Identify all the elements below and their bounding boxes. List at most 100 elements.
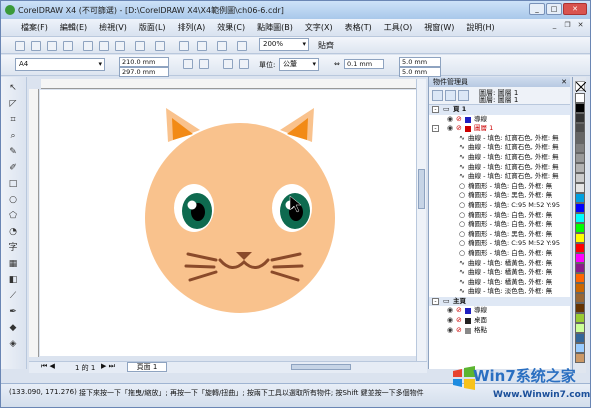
doc-restore-icon[interactable]: ❐ — [562, 21, 573, 31]
tree-object-row[interactable]: ∿ 曲線 - 填色: 橘黃色, 外框: 無 — [429, 278, 570, 288]
color-swatch[interactable] — [575, 223, 585, 233]
expand-icon[interactable]: - — [432, 125, 439, 133]
zoom-tool-icon[interactable]: ⌕ — [6, 129, 20, 143]
all-pages-icon[interactable] — [223, 59, 233, 69]
interactive-blend-icon[interactable]: ◧ — [6, 273, 20, 287]
color-swatch[interactable] — [575, 153, 585, 163]
color-swatch[interactable] — [575, 233, 585, 243]
color-swatch[interactable] — [575, 253, 585, 263]
color-swatch[interactable] — [575, 333, 585, 343]
maximize-button[interactable]: □ — [546, 3, 562, 15]
smart-fill-icon[interactable]: ✐ — [6, 161, 20, 175]
zoom-level-select[interactable]: 200% — [259, 38, 309, 51]
outline-tool-icon[interactable]: ✒ — [6, 305, 20, 319]
export-icon[interactable] — [197, 41, 207, 51]
snap-to-button[interactable]: 貼齊 — [318, 40, 334, 51]
visibility-icon[interactable]: ◉ — [447, 316, 453, 326]
undo-icon[interactable] — [135, 41, 145, 51]
color-swatch[interactable] — [575, 303, 585, 313]
unit-select[interactable]: 公釐 — [279, 58, 319, 71]
copy-icon[interactable] — [99, 41, 109, 51]
color-swatch[interactable] — [575, 123, 585, 133]
color-swatch[interactable] — [575, 213, 585, 223]
horizontal-ruler[interactable] — [41, 79, 416, 89]
tree-page-node[interactable]: - ▭ 頁 1 — [429, 105, 570, 115]
doc-close-icon[interactable]: ✕ — [575, 21, 586, 31]
menu-edit[interactable]: 編輯(E) — [54, 22, 93, 33]
tree-object-row[interactable]: ◉ ⊘ 導線 — [429, 115, 570, 125]
table-tool-icon[interactable]: ▦ — [6, 257, 20, 271]
text-tool-icon[interactable]: 字 — [6, 241, 20, 255]
redo-icon[interactable] — [155, 41, 165, 51]
cut-icon[interactable] — [83, 41, 93, 51]
vertical-scrollbar[interactable] — [416, 79, 426, 361]
menu-bitmaps[interactable]: 點陣圖(B) — [251, 22, 299, 33]
page-width-field[interactable]: 210.0 mm — [119, 57, 169, 67]
edit-across-layers-icon[interactable] — [445, 90, 456, 101]
tree-object-row[interactable]: ○ 橢圓形 - 填色: C:95 M:52 Y:95 — [429, 239, 570, 249]
tree-object-row[interactable]: ○ 橢圓形 - 填色: 黑色, 外框: 無 — [429, 230, 570, 240]
menu-window[interactable]: 視窗(W) — [418, 22, 460, 33]
tree-object-row[interactable]: ◉ ⊘ 桌面 — [429, 316, 570, 326]
docker-close-icon[interactable]: ✕ — [561, 77, 567, 87]
vertical-ruler[interactable] — [29, 89, 39, 357]
drawing-canvas[interactable] — [40, 90, 416, 356]
color-swatch[interactable] — [575, 343, 585, 353]
lock-icon[interactable]: ⊘ — [456, 316, 462, 326]
color-swatch[interactable] — [575, 93, 585, 103]
docker-title[interactable]: 物件管理員 ✕ — [429, 77, 570, 87]
color-swatch[interactable] — [575, 313, 585, 323]
cat-whisker[interactable] — [184, 264, 216, 269]
color-swatch[interactable] — [575, 103, 585, 113]
color-swatch[interactable] — [575, 263, 585, 273]
color-swatch[interactable] — [575, 183, 585, 193]
shape-tool-icon[interactable]: ◸ — [6, 97, 20, 111]
eyedropper-icon[interactable]: ⟋ — [6, 289, 20, 303]
color-swatch[interactable] — [575, 163, 585, 173]
new-icon[interactable] — [15, 41, 25, 51]
tree-object-row[interactable]: ○ 橢圓形 - 填色: C:95 M:52 Y:95 — [429, 201, 570, 211]
close-button[interactable]: ✕ — [563, 3, 587, 15]
print-icon[interactable] — [63, 41, 73, 51]
polygon-tool-icon[interactable]: ⬠ — [6, 209, 20, 223]
menu-table[interactable]: 表格(T) — [339, 22, 378, 33]
color-swatch[interactable] — [575, 273, 585, 283]
tree-object-row[interactable]: ○ 橢圓形 - 填色: 白色, 外框: 無 — [429, 211, 570, 221]
tree-object-row[interactable]: ∿ 曲線 - 填色: 紅寶石色, 外框: 無 — [429, 134, 570, 144]
visibility-icon[interactable]: ◉ — [447, 326, 453, 336]
minimize-button[interactable]: _ — [529, 3, 545, 15]
color-swatch[interactable] — [575, 323, 585, 333]
color-swatch[interactable] — [575, 133, 585, 143]
scroll-thumb[interactable] — [418, 169, 425, 209]
cat-eye-left-highlight[interactable] — [187, 200, 197, 210]
color-swatch[interactable] — [575, 193, 585, 203]
duplicate-y-field[interactable]: 5.0 mm — [399, 67, 441, 77]
horizontal-scrollbar[interactable] — [291, 364, 351, 370]
save-icon[interactable] — [47, 41, 57, 51]
menu-arrange[interactable]: 排列(A) — [172, 22, 212, 33]
tree-object-row[interactable]: ○ 橢圓形 - 填色: 白色, 外框: 無 — [429, 249, 570, 259]
doc-minimize-icon[interactable]: _ — [549, 21, 560, 31]
page-nav-next-icon[interactable]: ▶ ⏭ — [101, 362, 115, 371]
lock-icon[interactable]: ⊘ — [456, 115, 462, 125]
lock-icon[interactable]: ⊘ — [456, 306, 462, 316]
cat-whisker[interactable] — [272, 264, 304, 269]
duplicate-x-field[interactable]: 5.0 mm — [399, 57, 441, 67]
visibility-icon[interactable]: ◉ — [447, 124, 453, 134]
menu-view[interactable]: 檢視(V) — [93, 22, 133, 33]
color-swatch[interactable] — [575, 173, 585, 183]
tree-object-row[interactable]: ∿ 曲線 - 填色: 橘黃色, 外框: 無 — [429, 268, 570, 278]
menu-tools[interactable]: 工具(O) — [378, 22, 419, 33]
tree-object-row[interactable]: ◉ ⊘ 導線 — [429, 306, 570, 316]
cat-illustration[interactable] — [40, 90, 416, 356]
color-swatch[interactable] — [575, 113, 585, 123]
nudge-field[interactable]: 0.1 mm — [344, 59, 384, 69]
portrait-icon[interactable] — [183, 59, 193, 69]
paste-icon[interactable] — [115, 41, 125, 51]
pick-tool-icon[interactable]: ↖ — [6, 81, 20, 95]
crop-tool-icon[interactable]: ⌗ — [6, 113, 20, 127]
visibility-icon[interactable]: ◉ — [447, 306, 453, 316]
application-launcher-icon[interactable] — [217, 41, 227, 51]
page-nav-first-icon[interactable]: ⏮ ◀ — [41, 362, 55, 371]
menu-text[interactable]: 文字(X) — [299, 22, 339, 33]
